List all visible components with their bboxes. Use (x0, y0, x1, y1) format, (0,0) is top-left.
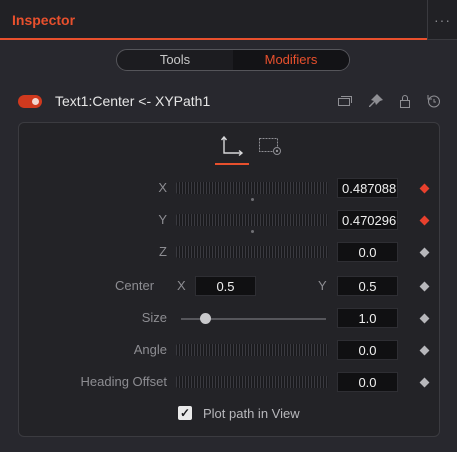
keyframe-center-icon[interactable] (419, 281, 430, 292)
value-input-x[interactable]: 0.487088 (337, 178, 398, 198)
node-header: Text1:Center <- XYPath1 (0, 90, 457, 114)
value-input-heading-offset[interactable]: 0.0 (337, 372, 398, 392)
field-label-z: Z (159, 244, 167, 259)
layers-icon[interactable] (337, 93, 353, 109)
node-name[interactable]: Text1:Center <- XYPath1 (55, 93, 210, 109)
field-label-y: Y (158, 212, 167, 227)
keyframe-angle-icon[interactable] (419, 345, 430, 356)
value-input-z[interactable]: 0.0 (337, 242, 398, 262)
more-options-button[interactable]: ··· (427, 0, 457, 40)
keyframe-z-icon[interactable] (419, 247, 430, 258)
field-row-y: Y 0.470296 (19, 210, 439, 233)
plot-path-checkbox[interactable]: ✓ (178, 406, 192, 420)
keyframe-size-icon[interactable] (419, 313, 430, 324)
center-x-input[interactable]: 0.5 (195, 276, 256, 296)
thumbwheel-angle[interactable] (176, 344, 328, 356)
title-accent-bar (0, 38, 427, 40)
thumbwheel-z[interactable] (176, 246, 328, 258)
keyframe-y-icon[interactable] (419, 215, 430, 226)
field-label-center: Center (115, 278, 155, 293)
field-row-angle: Angle 0.0 (19, 340, 439, 362)
reset-icon[interactable] (426, 93, 442, 109)
path-controls-icon[interactable] (218, 135, 246, 157)
thumbwheel-heading-offset[interactable] (176, 376, 328, 388)
active-subtab-indicator (215, 163, 249, 165)
value-input-size[interactable]: 1.0 (337, 308, 398, 328)
lock-icon[interactable] (397, 93, 413, 109)
field-row-heading-offset: Heading Offset 0.0 (19, 372, 439, 394)
tab-tools[interactable]: Tools (117, 50, 233, 70)
modifier-panel: X 0.487088 Y 0.470296 Z 0.0 Center X 0.5… (18, 122, 440, 437)
inspector-title: Inspector (12, 12, 76, 28)
field-row-z: Z 0.0 (19, 242, 439, 264)
settings-icon[interactable] (257, 135, 285, 157)
center-y-input[interactable]: 0.5 (337, 276, 398, 296)
plot-path-label[interactable]: Plot path in View (203, 406, 300, 421)
value-input-angle[interactable]: 0.0 (337, 340, 398, 360)
field-row-size: Size 1.0 (19, 308, 439, 330)
center-y-label: Y (318, 278, 327, 293)
keyframe-heading-offset-icon[interactable] (419, 377, 430, 388)
thumbwheel-y-center (251, 230, 254, 233)
inspector-titlebar: Inspector ··· (0, 0, 457, 40)
value-input-y[interactable]: 0.470296 (337, 210, 398, 230)
inspector-tabs: Tools Modifiers (116, 49, 350, 71)
pin-icon[interactable] (368, 93, 384, 109)
field-label-size: Size (141, 310, 167, 325)
keyframe-x-icon[interactable] (419, 183, 430, 194)
tab-modifiers[interactable]: Modifiers (233, 50, 349, 70)
field-label-x: X (158, 180, 167, 195)
toggle-knob (32, 98, 39, 105)
field-label-heading-offset: Heading Offset (80, 374, 167, 389)
center-x-label: X (177, 278, 186, 293)
thumbwheel-x-center (251, 198, 254, 201)
node-enable-toggle[interactable] (18, 95, 42, 108)
size-slider-handle[interactable] (200, 313, 212, 324)
modifier-subtabs (19, 123, 439, 171)
field-label-angle: Angle (133, 342, 167, 357)
thumbwheel-x[interactable] (176, 182, 328, 194)
field-row-center: Center X 0.5 Y 0.5 (19, 276, 439, 298)
thumbwheel-y[interactable] (176, 214, 328, 226)
field-row-x: X 0.487088 (19, 178, 439, 201)
